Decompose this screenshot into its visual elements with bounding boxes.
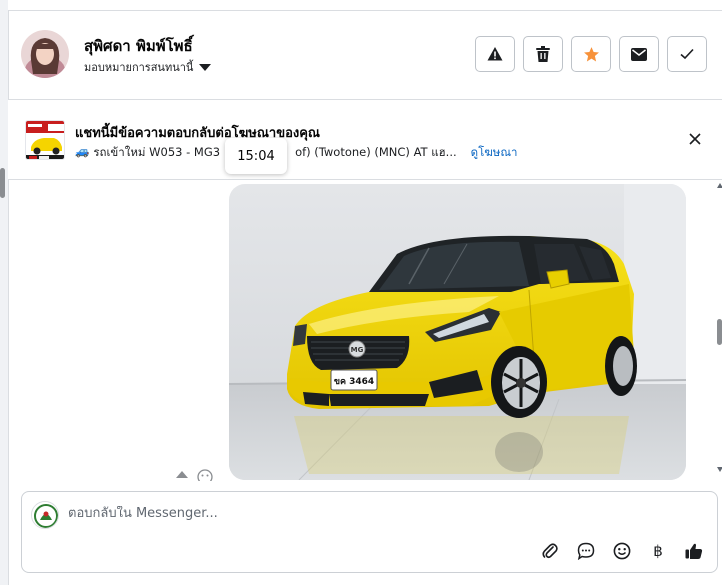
delete-button[interactable] <box>523 36 563 72</box>
mark-done-button[interactable] <box>667 36 707 72</box>
reply-input[interactable] <box>68 506 668 521</box>
payment-button[interactable]: ฿ <box>647 540 669 562</box>
emoji-button[interactable] <box>611 540 633 562</box>
ad-description-end: of) (Twotone) (MNC) AT แฮ... <box>295 145 457 159</box>
check-icon <box>680 48 694 60</box>
scroll-down-arrow-icon[interactable] <box>717 467 722 472</box>
ad-reply-banner: แชทนี้มีข้อความตอบกลับต่อโฆษณาของคุณ 🚙 ร… <box>8 100 722 180</box>
report-button[interactable] <box>475 36 515 72</box>
page-avatar <box>31 501 59 529</box>
trash-icon <box>536 46 550 62</box>
mark-unread-button[interactable] <box>619 36 659 72</box>
ad-description-start: รถเข้าใหม่ W053 - MG3 1 <box>93 145 232 159</box>
plate-text: ขค 3464 <box>334 377 374 387</box>
envelope-icon <box>631 47 647 61</box>
ad-thumbnail[interactable] <box>25 120 65 160</box>
thread-scrollbar[interactable] <box>714 181 722 481</box>
close-banner-button[interactable] <box>684 128 706 150</box>
saved-replies-button[interactable] <box>575 540 597 562</box>
assign-conversation-dropdown[interactable]: มอบหมายการสนทนานี้ <box>84 58 212 76</box>
message-actions <box>175 469 213 481</box>
car-photo-message[interactable]: MG ขค 3464 <box>229 184 686 480</box>
assign-label: มอบหมายการสนทนานี้ <box>84 61 194 74</box>
baht-icon: ฿ <box>653 542 663 560</box>
message-composer: ฿ <box>21 491 718 573</box>
composer-toolbar: ฿ <box>539 540 705 562</box>
left-panel-edge <box>0 0 8 585</box>
car-photo: MG ขค 3464 <box>229 184 686 480</box>
message-thread: MG ขค 3464 <box>9 181 714 481</box>
chevron-down-icon <box>199 63 212 71</box>
timestamp-tooltip: 15:04 <box>225 138 287 174</box>
attach-button[interactable] <box>539 540 561 562</box>
star-button[interactable] <box>571 36 611 72</box>
smiley-icon <box>613 542 631 560</box>
svg-text:MG: MG <box>351 346 364 354</box>
star-icon <box>583 46 599 61</box>
ad-description: 🚙 รถเข้าใหม่ W053 - MG3 1 of) (Twotone) … <box>75 144 518 162</box>
speech-bubble-icon <box>577 542 595 560</box>
like-button[interactable] <box>683 540 705 562</box>
left-scroll-handle[interactable] <box>0 168 5 198</box>
car-emoji-icon: 🚙 <box>75 144 90 158</box>
scroll-up-arrow-icon[interactable] <box>717 183 722 188</box>
reply-arrow-icon[interactable] <box>175 469 189 481</box>
close-icon <box>689 133 701 145</box>
view-ad-link[interactable]: ดูโฆษณา <box>471 144 518 162</box>
scroll-thumb[interactable] <box>717 319 722 345</box>
smiley-react-icon[interactable] <box>197 469 213 481</box>
contact-name: สุพิศดา พิมพ์โพธิ์ <box>84 37 193 55</box>
warning-icon <box>487 47 503 61</box>
paperclip-icon <box>542 543 558 559</box>
conversation-header: สุพิศดา พิมพ์โพธิ์ มอบหมายการสนทนานี้ <box>8 10 722 100</box>
contact-avatar[interactable] <box>21 30 69 78</box>
header-actions <box>475 36 707 72</box>
thumbs-up-icon <box>685 543 703 559</box>
